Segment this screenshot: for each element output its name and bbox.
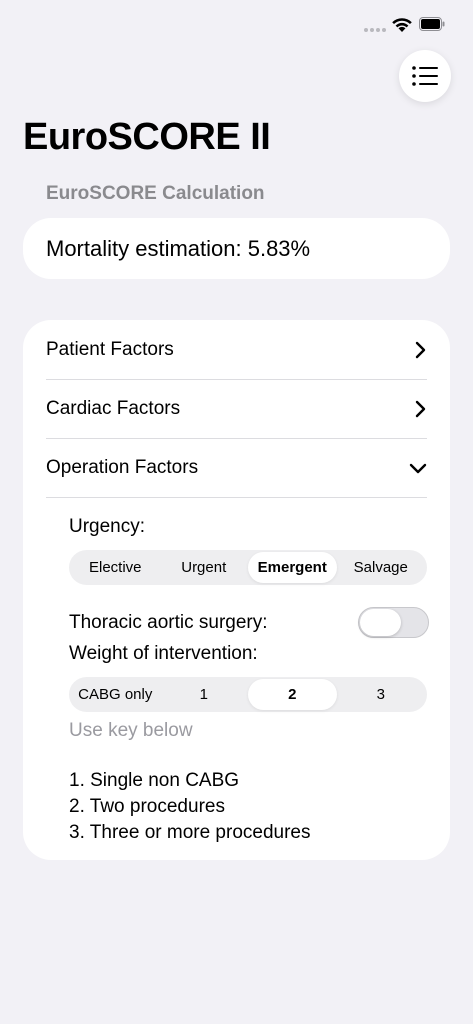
weight-option-2[interactable]: 2 [248,679,337,710]
key-item: 2. Two procedures [69,796,225,817]
key-item: 3. Three or more procedures [69,822,311,843]
weight-option-1[interactable]: 1 [160,679,249,710]
cardiac-factors-row[interactable]: Cardiac Factors [46,379,427,439]
cardiac-factors-label: Cardiac Factors [46,397,181,419]
key-item: 1. Single non CABG [69,770,240,791]
weight-option-3[interactable]: 3 [337,679,426,710]
calculation-section-header: EuroSCORE Calculation [46,183,265,204]
thoracic-surgery-toggle[interactable] [358,607,429,638]
thoracic-surgery-label: Thoracic aortic surgery: [69,612,268,633]
patient-factors-label: Patient Factors [46,338,174,360]
patient-factors-row[interactable]: Patient Factors [46,320,427,380]
chevron-right-icon [415,341,426,358]
weight-of-intervention-label: Weight of intervention: [69,643,258,664]
status-bar [0,0,473,52]
factors-card: Patient Factors Cardiac Factors Operatio… [23,320,450,860]
page-title: EuroSCORE II [23,116,271,158]
urgency-option-elective[interactable]: Elective [71,552,160,583]
cellular-signal-icon [364,28,386,32]
urgency-option-urgent[interactable]: Urgent [160,552,249,583]
list-icon [412,66,438,86]
weight-option-cabg-only[interactable]: CABG only [71,679,160,710]
urgency-label: Urgency: [69,516,146,537]
urgency-segmented-control: Elective Urgent Emergent Salvage [69,550,427,585]
wifi-icon [392,18,412,32]
toggle-knob [360,609,401,636]
weight-segmented-control: CABG only 1 2 3 [69,677,427,712]
operation-factors-row[interactable]: Operation Factors [46,438,427,498]
battery-icon [419,17,445,31]
weight-key-list: 1. Single non CABG 2. Two procedures 3. … [69,768,311,846]
mortality-card: Mortality estimation: 5.83% [23,218,450,279]
urgency-option-emergent[interactable]: Emergent [248,552,337,583]
key-hint: Use key below [69,720,193,741]
menu-button[interactable] [399,50,451,102]
chevron-down-icon [409,463,427,473]
mortality-estimation: Mortality estimation: 5.83% [46,235,311,261]
chevron-right-icon [415,400,426,417]
operation-factors-label: Operation Factors [46,456,199,478]
urgency-option-salvage[interactable]: Salvage [337,552,426,583]
